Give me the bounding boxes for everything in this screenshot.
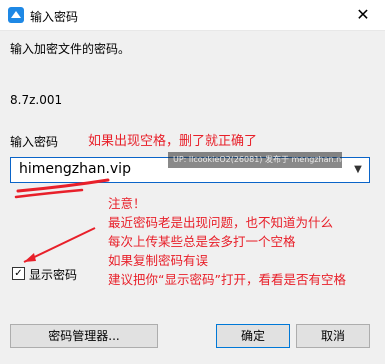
- chevron-down-icon[interactable]: ▼: [351, 162, 365, 178]
- cancel-button[interactable]: 取消: [296, 324, 370, 348]
- title-bar: 输入密码 ✕: [0, 0, 385, 31]
- note-line: 建议把你“显示密码”打开，看看是否有空格: [108, 272, 346, 287]
- dialog-prompt: 输入加密文件的密码。: [10, 42, 131, 56]
- close-icon[interactable]: ✕: [341, 0, 385, 30]
- password-manager-button[interactable]: 密码管理器...: [10, 324, 158, 348]
- file-name: 8.7z.001: [10, 93, 63, 107]
- watermark: UP: llcookieO2(26081) 发布于 mengzhan.net: [168, 152, 342, 168]
- ok-button[interactable]: 确定: [216, 324, 290, 348]
- annotation-note: 注意！ 最近密码老是出现问题，也不知道为什么 每次上传某些总是会多打一个空格 如…: [108, 194, 346, 289]
- note-line: 每次上传某些总是会多打一个空格: [108, 234, 296, 249]
- password-value: himengzhan.vip: [19, 161, 131, 177]
- annotation-top: 如果出现空格，删了就正确了: [88, 134, 258, 149]
- app-icon: [8, 7, 24, 23]
- password-label: 输入密码: [10, 135, 59, 149]
- note-line: 最近密码老是出现问题，也不知道为什么: [108, 215, 334, 230]
- show-password-checkbox[interactable]: ✓: [12, 267, 25, 280]
- show-password-label: 显示密码: [29, 268, 78, 282]
- note-line: 注意！: [108, 196, 146, 211]
- note-line: 如果复制密码有误: [108, 253, 209, 268]
- window-title: 输入密码: [30, 10, 79, 24]
